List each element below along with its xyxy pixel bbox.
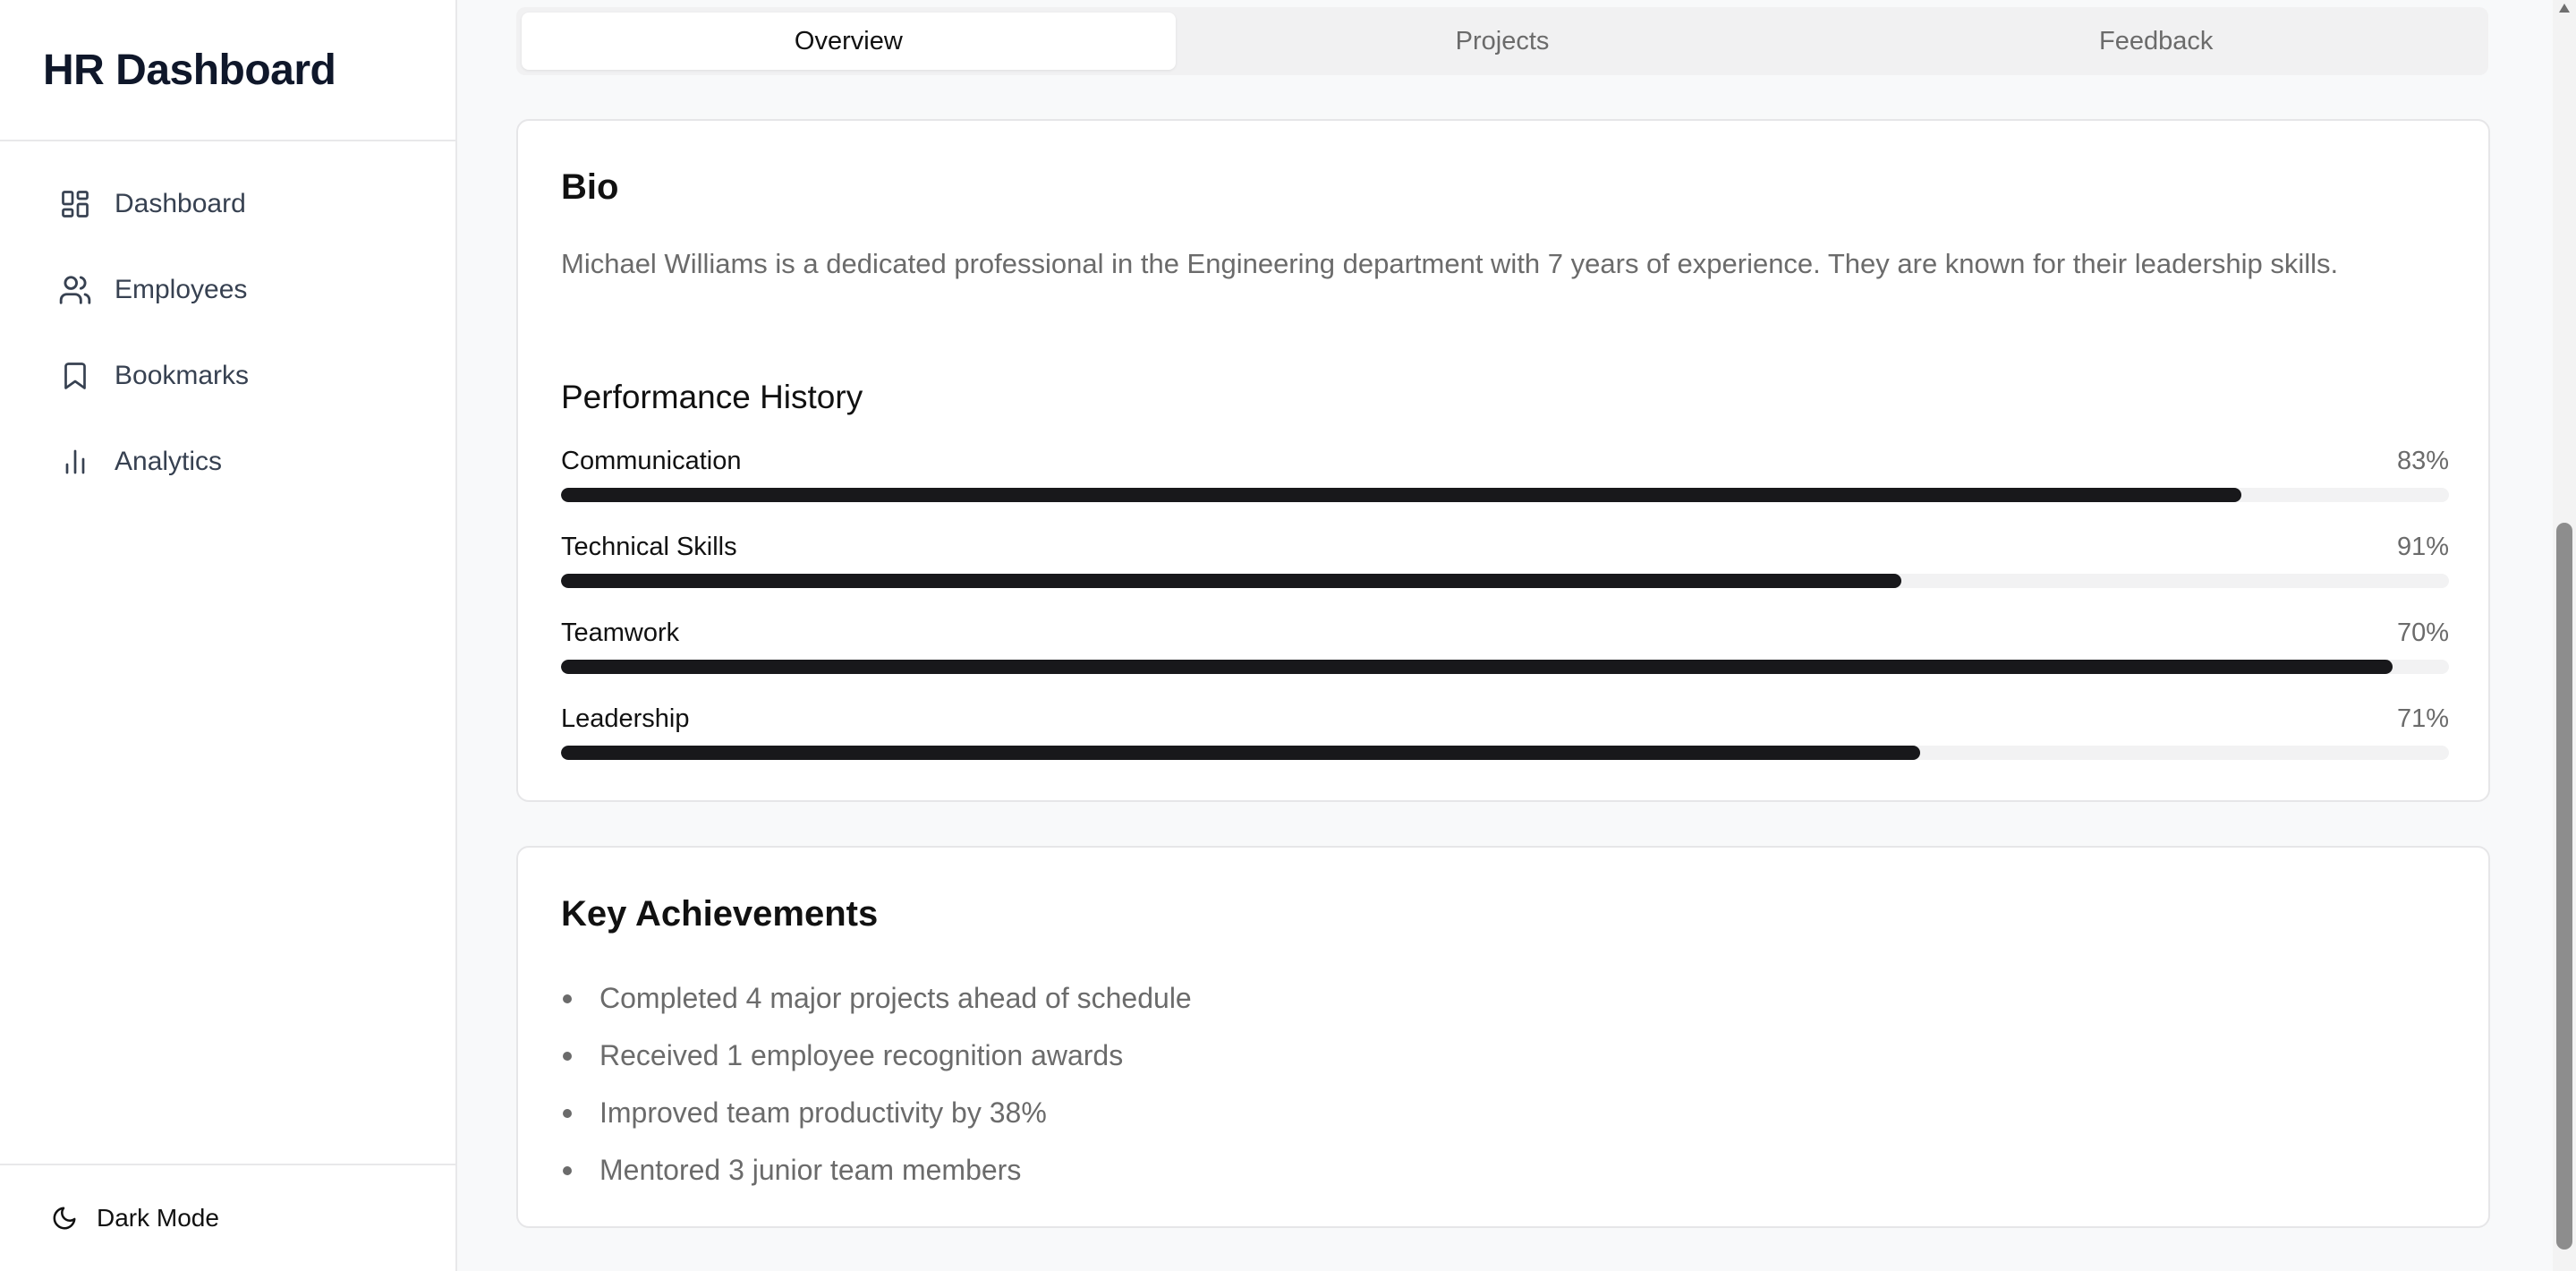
achievements-list: Completed 4 major projects ahead of sche… — [561, 969, 1192, 1198]
metric-name: Leadership — [561, 704, 690, 733]
tab-feedback[interactable]: Feedback — [1829, 13, 2483, 70]
progress-track — [561, 574, 2449, 588]
metric-technical-skills: Technical Skills 91% — [561, 533, 2449, 595]
bookmark-icon — [57, 358, 93, 394]
moon-icon — [50, 1204, 79, 1233]
metric-value: 70% — [2396, 618, 2449, 647]
sidebar-nav: Dashboard Employees Bookmarks Analytics — [0, 141, 455, 505]
sidebar-item-employees[interactable]: Employees — [0, 247, 455, 333]
tab-projects[interactable]: Projects — [1176, 13, 1830, 70]
dark-mode-label: Dark Mode — [97, 1204, 219, 1232]
scrollbar[interactable] — [2553, 0, 2576, 1271]
bio-card: Bio Michael Williams is a dedicated prof… — [516, 119, 2490, 802]
sidebar-item-label: Analytics — [115, 447, 223, 476]
scroll-up-arrow-icon[interactable] — [2559, 4, 2570, 13]
sidebar: HR Dashboard Dashboard Employees Bookmar… — [0, 0, 457, 1271]
metric-communication: Communication 83% — [561, 447, 2449, 509]
list-item: Received 1 employee recognition awards — [561, 1027, 1192, 1084]
progress-fill — [561, 746, 1921, 760]
progress-track — [561, 488, 2449, 502]
achievements-card: Key Achievements Completed 4 major proje… — [516, 846, 2490, 1228]
dark-mode-toggle[interactable]: Dark Mode — [50, 1204, 219, 1233]
metric-value: 91% — [2396, 533, 2449, 561]
tab-overview[interactable]: Overview — [522, 13, 1176, 70]
metric-value: 83% — [2396, 447, 2449, 475]
metric-leadership: Leadership 71% — [561, 704, 2449, 767]
metric-teamwork: Teamwork 70% — [561, 618, 2449, 681]
dashboard-icon — [57, 186, 93, 222]
list-item: Mentored 3 junior team members — [561, 1141, 1192, 1198]
progress-fill — [561, 660, 2393, 674]
bio-title: Bio — [561, 167, 619, 207]
sidebar-item-analytics[interactable]: Analytics — [0, 419, 455, 505]
tab-bar: Overview Projects Feedback — [516, 7, 2488, 75]
progress-fill — [561, 574, 1902, 588]
scrollbar-thumb[interactable] — [2556, 523, 2572, 1250]
metric-value: 71% — [2396, 704, 2449, 733]
list-item: Improved team productivity by 38% — [561, 1084, 1192, 1141]
main-content: Overview Projects Feedback Bio Michael W… — [459, 0, 2553, 1271]
users-icon — [57, 272, 93, 308]
progress-track — [561, 660, 2449, 674]
sidebar-item-bookmarks[interactable]: Bookmarks — [0, 333, 455, 419]
metric-name: Technical Skills — [561, 533, 737, 561]
app: HR Dashboard Dashboard Employees Bookmar… — [0, 0, 2576, 1271]
progress-track — [561, 746, 2449, 760]
sidebar-item-label: Bookmarks — [115, 361, 250, 390]
sidebar-item-label: Employees — [115, 275, 248, 304]
progress-fill — [561, 488, 2241, 502]
bar-chart-icon — [57, 444, 93, 480]
list-item: Completed 4 major projects ahead of sche… — [561, 969, 1192, 1027]
metric-name: Communication — [561, 447, 742, 475]
app-title: HR Dashboard — [43, 46, 336, 94]
sidebar-item-dashboard[interactable]: Dashboard — [0, 161, 455, 247]
achievements-title: Key Achievements — [561, 894, 879, 934]
bio-text: Michael Williams is a dedicated professi… — [561, 248, 2339, 279]
metric-name: Teamwork — [561, 618, 680, 647]
performance-title: Performance History — [561, 379, 863, 415]
sidebar-item-label: Dashboard — [115, 189, 246, 218]
sidebar-footer: Dark Mode — [0, 1164, 455, 1271]
brand: HR Dashboard — [0, 0, 455, 141]
